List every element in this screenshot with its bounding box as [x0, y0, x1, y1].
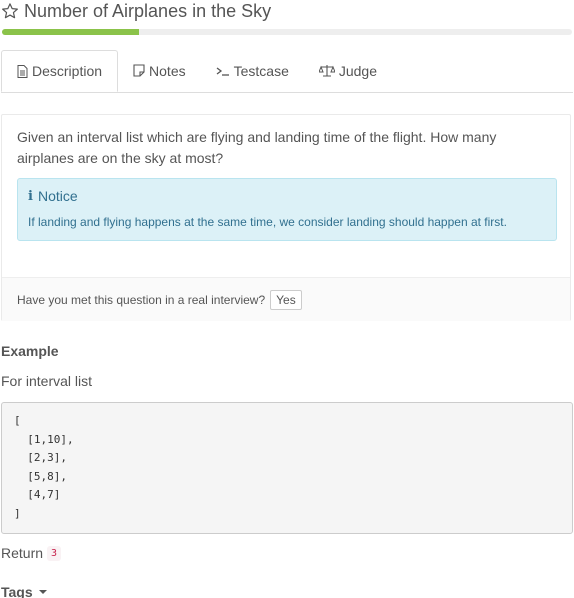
interview-question: Have you met this question in a real int… — [17, 292, 266, 307]
info-icon: i — [28, 188, 33, 204]
example-intro: For interval list — [1, 373, 93, 389]
example-return: Return 3 — [1, 545, 62, 561]
problem-page: Number of Airplanes in the Sky Descripti… — [0, 0, 574, 598]
tags-label: Tags — [1, 584, 33, 598]
tab-label: Judge — [338, 62, 378, 79]
interview-bar: Have you met this question in a real int… — [2, 277, 570, 321]
problem-description: Given an interval list which are flying … — [17, 129, 497, 166]
note-icon — [133, 64, 145, 77]
caret-down-icon — [38, 590, 47, 594]
tab-label: Notes — [149, 62, 186, 79]
notice-body: If landing and flying happens at the sam… — [28, 215, 507, 229]
tags-toggle[interactable]: Tags — [1, 584, 47, 598]
tab-judge[interactable]: Judge — [304, 50, 392, 91]
progress-fill — [2, 29, 139, 35]
balance-scale-icon — [318, 64, 335, 77]
return-label: Return — [1, 545, 44, 561]
tab-label: Description — [32, 63, 103, 79]
example-code-block: [ [1,10], [2,3], [5,8], [4,7] ] — [1, 402, 573, 534]
problem-tabs: Description Notes Testcase Judge — [1, 50, 573, 93]
yes-button[interactable]: Yes — [270, 289, 302, 310]
tab-description[interactable]: Description — [1, 50, 119, 92]
problem-title: Number of Airplanes in the Sky — [24, 0, 272, 21]
description-panel: Given an interval list which are flying … — [1, 114, 571, 321]
file-text-icon — [17, 64, 28, 78]
tab-label: Testcase — [233, 62, 289, 79]
tab-testcase[interactable]: Testcase — [201, 50, 304, 91]
terminal-icon — [216, 65, 230, 77]
return-value: 3 — [47, 545, 62, 561]
example-heading: Example — [1, 343, 59, 359]
notice-box: i Notice If landing and flying happens a… — [17, 178, 557, 241]
problem-header: Number of Airplanes in the Sky — [0, 0, 271, 25]
star-icon[interactable] — [1, 2, 19, 20]
tab-notes[interactable]: Notes — [118, 50, 201, 91]
progress-bar — [2, 29, 572, 35]
notice-title: i Notice — [28, 188, 78, 204]
notice-title-text: Notice — [37, 188, 78, 204]
